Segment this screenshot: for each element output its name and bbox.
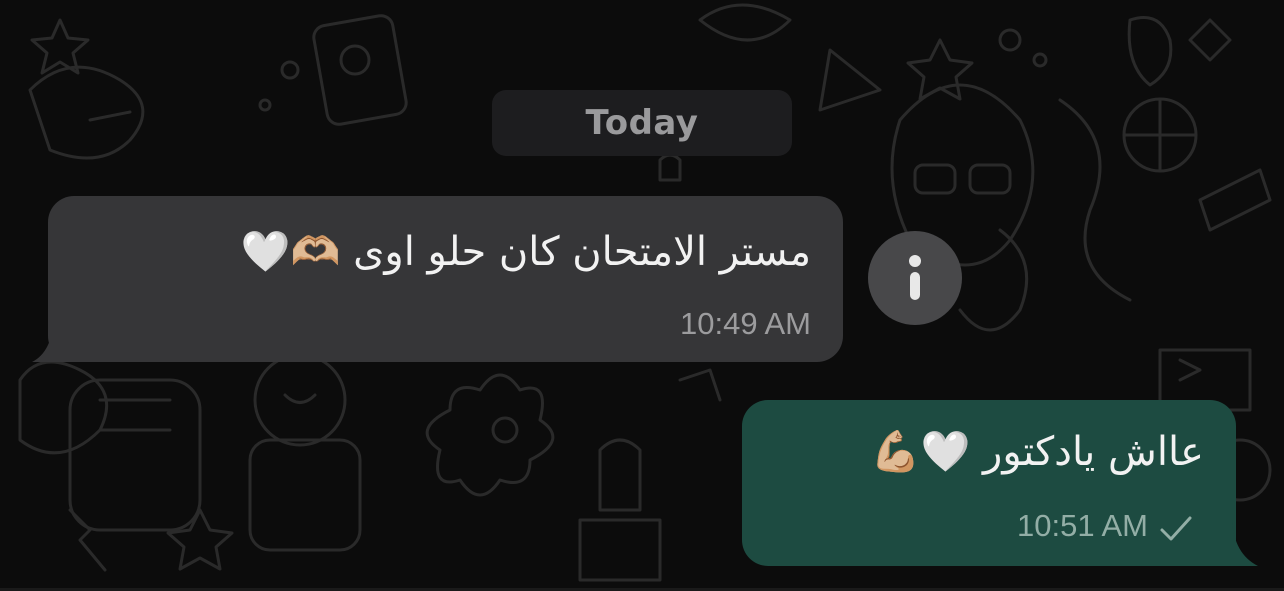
info-button[interactable] bbox=[868, 231, 962, 325]
date-separator-label: Today bbox=[585, 103, 699, 143]
outgoing-bubble-tail bbox=[1206, 520, 1258, 566]
incoming-message-bubble[interactable]: مستر الامتحان كان حلو اوى 🫶🏼🤍 10:49 AM bbox=[48, 196, 843, 362]
message-timestamp: 10:49 AM bbox=[680, 306, 811, 341]
message-timestamp: 10:51 AM bbox=[1017, 508, 1148, 543]
info-icon bbox=[909, 255, 921, 300]
message-text: مستر الامتحان كان حلو اوى 🫶🏼🤍 bbox=[240, 229, 811, 275]
incoming-bubble-tail bbox=[32, 318, 80, 362]
single-check-icon bbox=[1160, 516, 1192, 541]
outgoing-message-bubble[interactable]: عااش يادكتور 🤍💪🏼 10:51 AM bbox=[742, 400, 1236, 566]
message-text: عااش يادكتور 🤍💪🏼 bbox=[870, 429, 1204, 475]
chat-view: Today مستر الامتحان كان حلو اوى 🫶🏼🤍 10:4… bbox=[0, 0, 1284, 591]
date-separator: Today bbox=[492, 90, 792, 156]
